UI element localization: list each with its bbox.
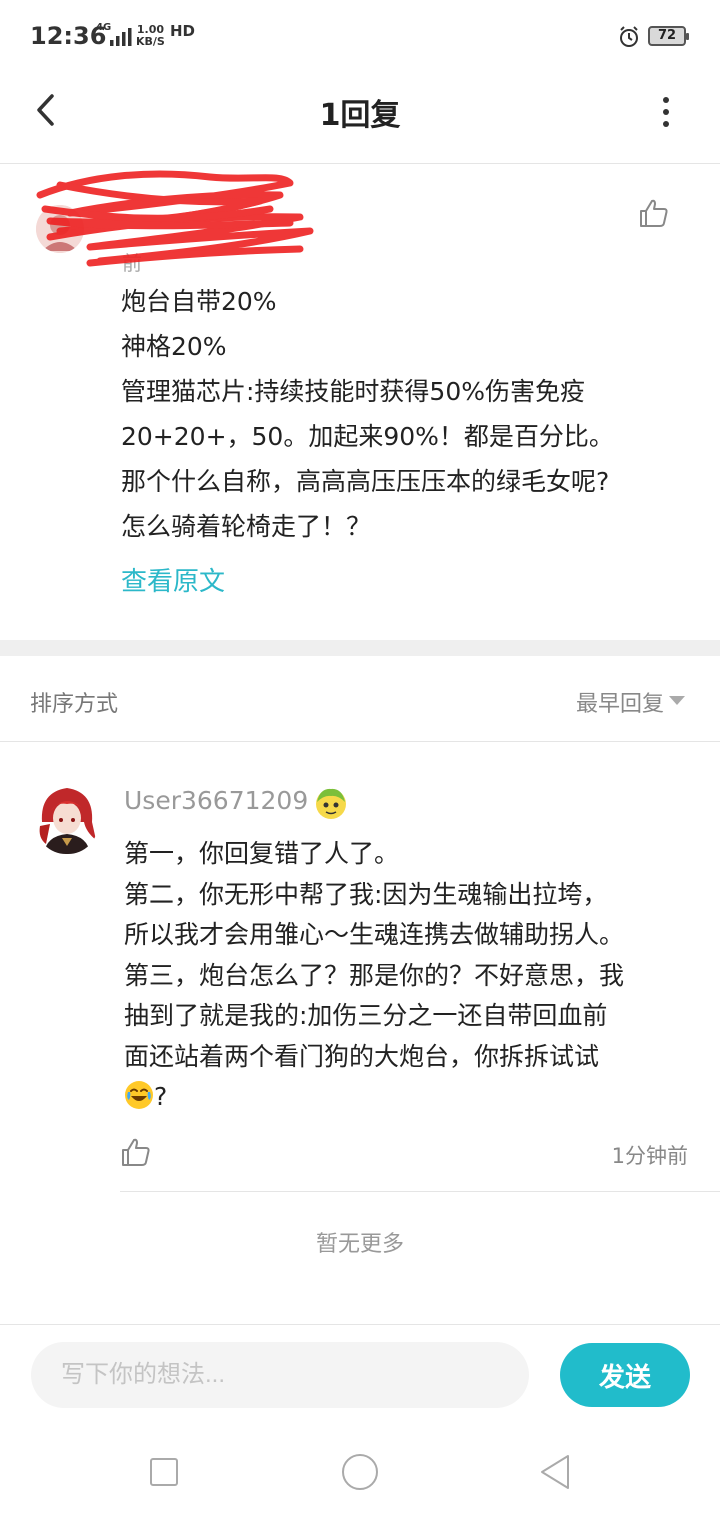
redaction-scribble: [36, 170, 314, 267]
content-line: 第二，你无形中帮了我:因为生魂输出拉垮，: [124, 879, 608, 909]
thumbs-up-icon[interactable]: [638, 197, 670, 229]
send-button[interactable]: 发送: [560, 1343, 690, 1407]
content-line-last: ?: [124, 1077, 704, 1118]
content-line: 怎么骑着轮椅走了！？: [121, 512, 372, 541]
view-original-link[interactable]: 查看原文: [121, 561, 225, 598]
reply-time: 1分钟前: [611, 1144, 688, 1168]
avatar[interactable]: [36, 782, 98, 854]
system-nav-bar: [0, 1428, 720, 1520]
content-line: 管理猫芯片:持续技能时获得50%伤害免疫: [121, 377, 585, 406]
network-speed: 1.00 KB/S: [136, 24, 165, 48]
content-tail: ?: [154, 1082, 168, 1111]
battery-indicator: 72: [648, 26, 689, 46]
status-bar: 12:36 4G 1.00 KB/S HD 72: [0, 0, 720, 72]
section-divider: [0, 640, 720, 656]
sort-bar: 排序方式 最早回复: [0, 656, 720, 742]
home-icon[interactable]: [340, 1452, 380, 1492]
comment-composer: 发送: [0, 1324, 720, 1428]
laughing-emoji-icon: [125, 1081, 153, 1109]
hd-indicator: HD: [170, 22, 196, 40]
back-triangle-icon[interactable]: [536, 1452, 576, 1492]
no-more-text: 暂无更多: [315, 1232, 404, 1257]
alarm-icon: [620, 26, 638, 47]
page-title: 1回复: [319, 98, 401, 133]
content-line: 神格20%: [121, 332, 227, 361]
more-vertical-icon[interactable]: [646, 92, 686, 132]
reply-text: 第一，你回复错了人了。 第二，你无形中帮了我:因为生魂输出拉垮， 所以我才会用雏…: [124, 834, 704, 1118]
original-comment: 前 炮台自带20% 神格20% 管理猫芯片:持续技能时获得50%伤害免疫 20+…: [0, 165, 720, 640]
reply-item: User36671209 第一，你回复错了人了。 第二，你无形中帮了我:因为生魂…: [0, 742, 720, 1194]
reply-username[interactable]: User36671209: [124, 786, 308, 815]
speed-unit: KB/S: [136, 35, 165, 48]
user-badge-icon: [316, 788, 346, 819]
sort-label: 排序方式: [30, 692, 119, 717]
status-time: 12:36: [30, 22, 107, 50]
content-line: 所以我才会用雏心～生魂连携去做辅助拐人。: [124, 920, 625, 949]
signal-icon: [110, 28, 132, 46]
original-comment-text: 炮台自带20% 神格20% 管理猫芯片:持续技能时获得50%伤害免疫 20+20…: [121, 279, 701, 549]
sort-dropdown[interactable]: 最早回复: [576, 686, 664, 718]
content-line: 那个什么自称，高高高压压压本的绿毛女呢?: [121, 467, 610, 496]
top-app-bar: 1回复: [0, 72, 720, 164]
content-line: 面还站着两个看门狗的大炮台，你拆拆试试: [124, 1041, 600, 1071]
divider: [120, 1191, 720, 1192]
comment-input[interactable]: [31, 1342, 529, 1408]
caret-down-icon[interactable]: [669, 696, 685, 705]
content-line: 第一，你回复错了人了。: [124, 839, 400, 868]
content-line: 第三，炮台怎么了？那是你的？不好意思，我: [124, 960, 625, 990]
content-line: 20+20+，50。加起来90%！都是百分比。: [121, 422, 614, 451]
thumbs-up-icon[interactable]: [120, 1136, 152, 1168]
network-type: 4G: [96, 22, 112, 33]
content-line: 炮台自带20%: [121, 287, 277, 316]
recent-apps-icon[interactable]: [144, 1452, 184, 1492]
content-line: 抽到了就是我的:加伤三分之一还自带回血前: [124, 1001, 608, 1030]
